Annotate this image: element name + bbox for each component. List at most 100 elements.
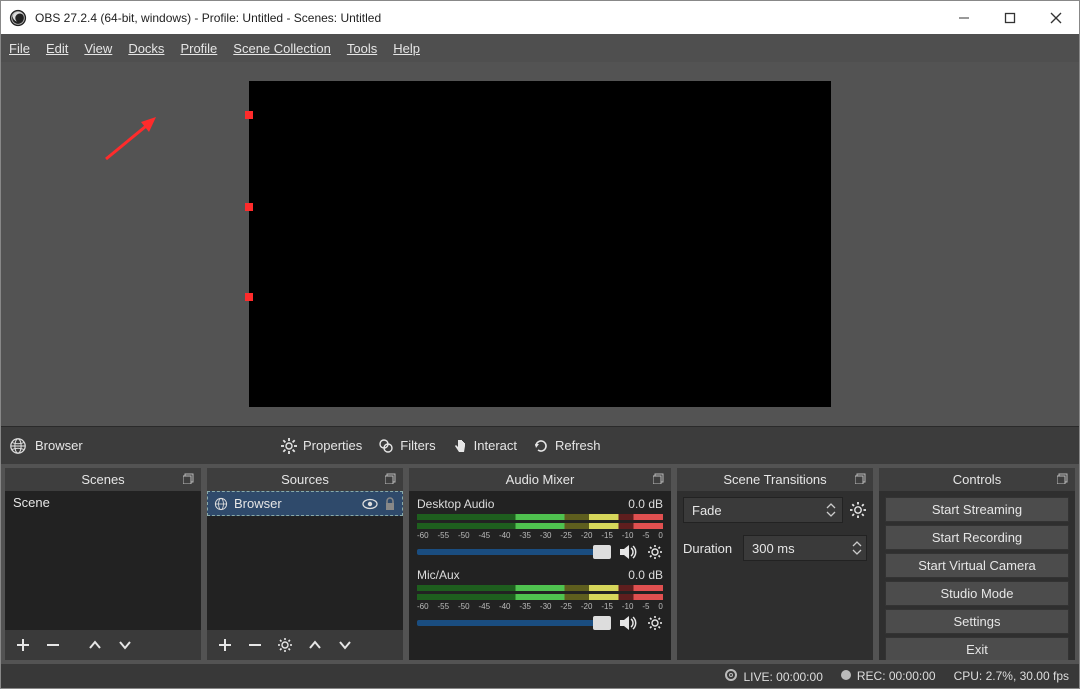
popout-icon[interactable] [855, 472, 867, 484]
menu-docks[interactable]: Docks [128, 41, 164, 56]
start-virtual-camera-button[interactable]: Start Virtual Camera [885, 553, 1069, 578]
remove-scene-button[interactable] [41, 633, 65, 657]
refresh-button[interactable]: Refresh [533, 438, 601, 454]
globe-icon [214, 497, 228, 511]
resize-handle-icon[interactable] [245, 111, 253, 119]
audio-meter [417, 585, 663, 591]
gear-icon[interactable] [647, 544, 663, 560]
selected-source-label: Browser [9, 437, 209, 455]
updown-spinner-icon[interactable] [852, 541, 862, 555]
channel-label: Mic/Aux [417, 568, 460, 582]
gear-icon[interactable] [849, 501, 867, 519]
transitions-header[interactable]: Scene Transitions [677, 468, 873, 491]
controls-header[interactable]: Controls [879, 468, 1075, 491]
titlebar[interactable]: OBS 27.2.4 (64-bit, windows) - Profile: … [1, 1, 1079, 34]
audio-mixer-dock: Audio Mixer Desktop Audio0.0 dB -60-55-5… [409, 468, 671, 660]
add-scene-button[interactable] [11, 633, 35, 657]
audio-meter [417, 594, 663, 600]
remove-source-button[interactable] [243, 633, 267, 657]
source-item[interactable]: Browser [207, 491, 403, 516]
live-indicator-icon [725, 669, 737, 681]
slider-thumb[interactable] [593, 616, 611, 630]
start-recording-button[interactable]: Start Recording [885, 525, 1069, 550]
close-button[interactable] [1033, 1, 1079, 34]
resize-handle-icon[interactable] [245, 203, 253, 211]
volume-slider[interactable] [417, 620, 611, 626]
filters-icon [378, 438, 394, 454]
mixer-channel-desktop: Desktop Audio0.0 dB -60-55-50-45-40-35-3… [409, 493, 671, 564]
popout-icon[interactable] [653, 472, 665, 484]
duration-label: Duration [683, 541, 737, 556]
popout-icon[interactable] [1057, 472, 1069, 484]
menu-edit[interactable]: Edit [46, 41, 68, 56]
slider-thumb[interactable] [593, 545, 611, 559]
menu-tools[interactable]: Tools [347, 41, 377, 56]
source-properties-button[interactable] [273, 633, 297, 657]
globe-icon [9, 437, 27, 455]
sources-header[interactable]: Sources [207, 468, 403, 491]
sources-dock: Sources Browser [207, 468, 403, 660]
rec-indicator-icon [841, 670, 851, 680]
speaker-icon[interactable] [619, 544, 639, 560]
exit-button[interactable]: Exit [885, 637, 1069, 660]
transition-select[interactable]: Fade [683, 497, 843, 523]
preview-canvas[interactable] [249, 81, 831, 407]
audio-meter [417, 514, 663, 520]
scene-up-button[interactable] [83, 633, 107, 657]
scene-down-button[interactable] [113, 633, 137, 657]
source-up-button[interactable] [303, 633, 327, 657]
menubar: File Edit View Docks Profile Scene Colle… [1, 34, 1079, 62]
scenes-dock: Scenes Scene [5, 468, 201, 660]
popout-icon[interactable] [385, 472, 397, 484]
start-streaming-button[interactable]: Start Streaming [885, 497, 1069, 522]
gear-icon[interactable] [647, 615, 663, 631]
properties-button[interactable]: Properties [281, 438, 362, 454]
source-down-button[interactable] [333, 633, 357, 657]
transitions-dock: Scene Transitions Fade Duration [677, 468, 873, 660]
refresh-icon [533, 438, 549, 454]
maximize-button[interactable] [987, 1, 1033, 34]
minimize-button[interactable] [941, 1, 987, 34]
source-toolbar: Browser Properties Filters Interact Refr… [1, 426, 1079, 464]
scenes-header[interactable]: Scenes [5, 468, 201, 491]
interact-button[interactable]: Interact [452, 438, 517, 454]
add-source-button[interactable] [213, 633, 237, 657]
menu-file[interactable]: File [9, 41, 30, 56]
menu-scene-collection[interactable]: Scene Collection [233, 41, 331, 56]
lock-icon[interactable] [384, 497, 396, 511]
updown-spinner-icon[interactable] [826, 503, 836, 517]
docks-row: Scenes Scene Sources [1, 464, 1079, 664]
channel-label: Desktop Audio [417, 497, 494, 511]
scene-item[interactable]: Scene [5, 491, 201, 514]
menu-help[interactable]: Help [393, 41, 420, 56]
app-window: OBS 27.2.4 (64-bit, windows) - Profile: … [0, 0, 1080, 689]
meter-ticks: -60-55-50-45-40-35-30-25-20-15-10-50 [417, 531, 663, 540]
annotation-arrow-icon [101, 114, 161, 164]
resize-handle-icon[interactable] [245, 293, 253, 301]
preview-area[interactable] [1, 62, 1079, 426]
filters-button[interactable]: Filters [378, 438, 435, 454]
mixer-header[interactable]: Audio Mixer [409, 468, 671, 491]
menu-view[interactable]: View [84, 41, 112, 56]
cpu-status: CPU: 2.7%, 30.00 fps [954, 669, 1069, 683]
source-name: Browser [234, 496, 356, 511]
obs-logo-icon [9, 9, 27, 27]
audio-meter [417, 523, 663, 529]
speaker-icon[interactable] [619, 615, 639, 631]
studio-mode-button[interactable]: Studio Mode [885, 581, 1069, 606]
menu-profile[interactable]: Profile [180, 41, 217, 56]
hand-pointer-icon [452, 438, 468, 454]
meter-ticks: -60-55-50-45-40-35-30-25-20-15-10-50 [417, 602, 663, 611]
main-content: Browser Properties Filters Interact Refr… [1, 62, 1079, 688]
popout-icon[interactable] [183, 472, 195, 484]
volume-slider[interactable] [417, 549, 611, 555]
rec-status: REC: 00:00:00 [841, 669, 936, 683]
channel-db: 0.0 dB [628, 568, 663, 582]
eye-icon[interactable] [362, 498, 378, 510]
duration-input[interactable]: 300 ms [743, 535, 867, 561]
live-status: LIVE: 00:00:00 [725, 669, 822, 684]
selected-source-name: Browser [35, 438, 83, 453]
settings-button[interactable]: Settings [885, 609, 1069, 634]
status-bar: LIVE: 00:00:00 REC: 00:00:00 CPU: 2.7%, … [1, 664, 1079, 688]
window-title: OBS 27.2.4 (64-bit, windows) - Profile: … [35, 11, 941, 25]
